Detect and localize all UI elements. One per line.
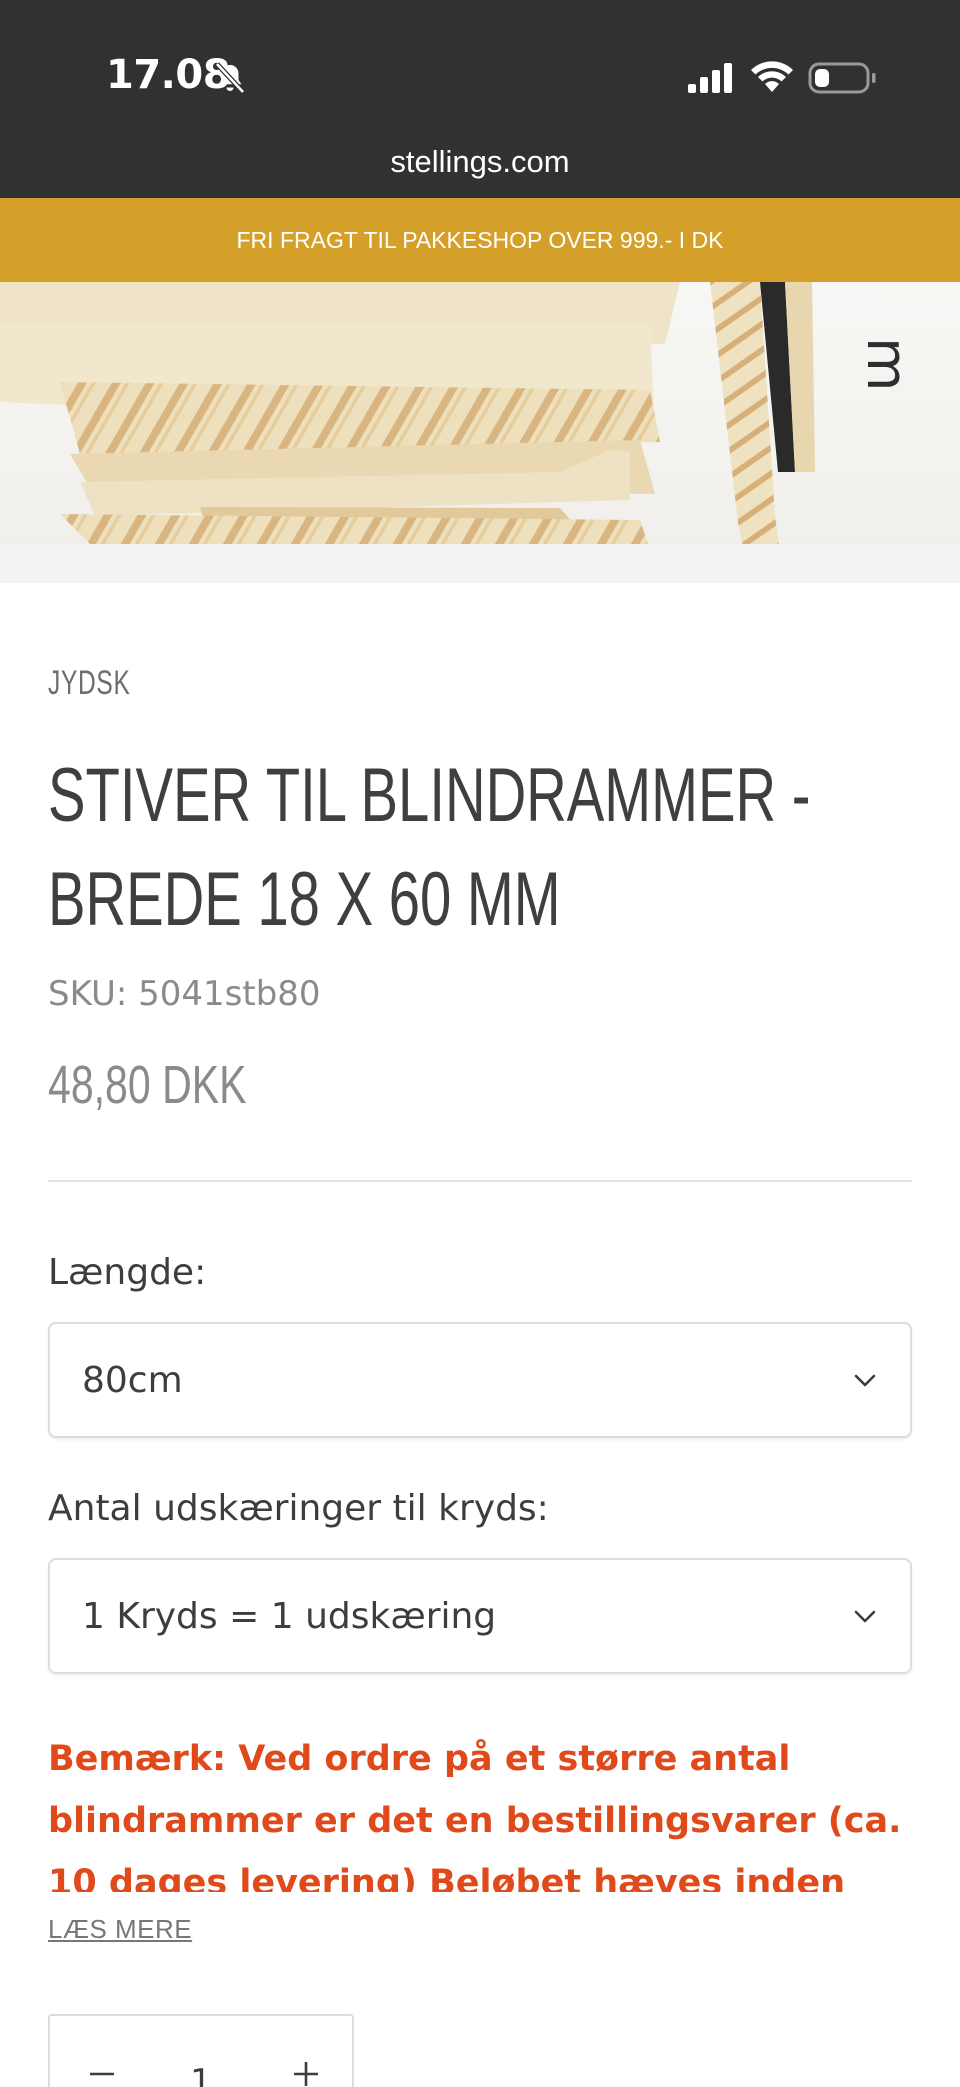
length-select-value: 80cm <box>82 1360 183 1401</box>
product-sku: SKU: 5041stb80 <box>48 974 321 1014</box>
product-title-line-2: BREDE 18 X 60 MM <box>48 857 561 942</box>
cellular-signal-icon <box>688 63 732 93</box>
battery-low-icon <box>808 62 876 94</box>
product-price: 48,80 DKK <box>48 1055 247 1115</box>
product-title: STIVER TIL BLINDRAMMER - BREDE 18 X 60 M… <box>48 744 892 952</box>
announcement-bar: FRI FRAGT TIL PAKKESHOP OVER 999.- I DK <box>0 198 960 282</box>
plus-icon[interactable] <box>286 2054 326 2087</box>
length-label: Længde: <box>48 1252 207 1293</box>
svg-text:m: m <box>854 337 919 392</box>
browser-status-bar: 17.08 stellings.com <box>0 0 960 198</box>
cross-cuts-label: Antal udskæringer til kryds: <box>48 1488 549 1529</box>
address-bar-url[interactable]: stellings.com <box>0 144 960 180</box>
bell-slash-icon <box>215 62 245 94</box>
product-title-line-1: STIVER TIL BLINDRAMMER - <box>48 753 811 838</box>
product-image[interactable]: m <box>0 282 960 583</box>
wifi-icon <box>751 61 793 92</box>
divider <box>48 1180 912 1182</box>
order-notice: Bemærk: Ved ordre på et større antal bli… <box>48 1739 902 1892</box>
cross-cuts-select[interactable]: 1 Kryds = 1 udskæring <box>48 1558 912 1674</box>
sku-value: 5041stb80 <box>138 974 321 1014</box>
read-more-link[interactable]: LÆS MERE <box>48 1914 192 1945</box>
product-vendor[interactable]: JYDSK <box>48 664 131 703</box>
length-select[interactable]: 80cm <box>48 1322 912 1438</box>
cross-cuts-select-value: 1 Kryds = 1 udskæring <box>82 1596 497 1637</box>
quantity-stepper: 1 <box>48 2014 354 2087</box>
chevron-down-icon <box>854 1374 876 1387</box>
chevron-down-icon <box>854 1610 876 1623</box>
sku-label: SKU: <box>48 974 128 1014</box>
